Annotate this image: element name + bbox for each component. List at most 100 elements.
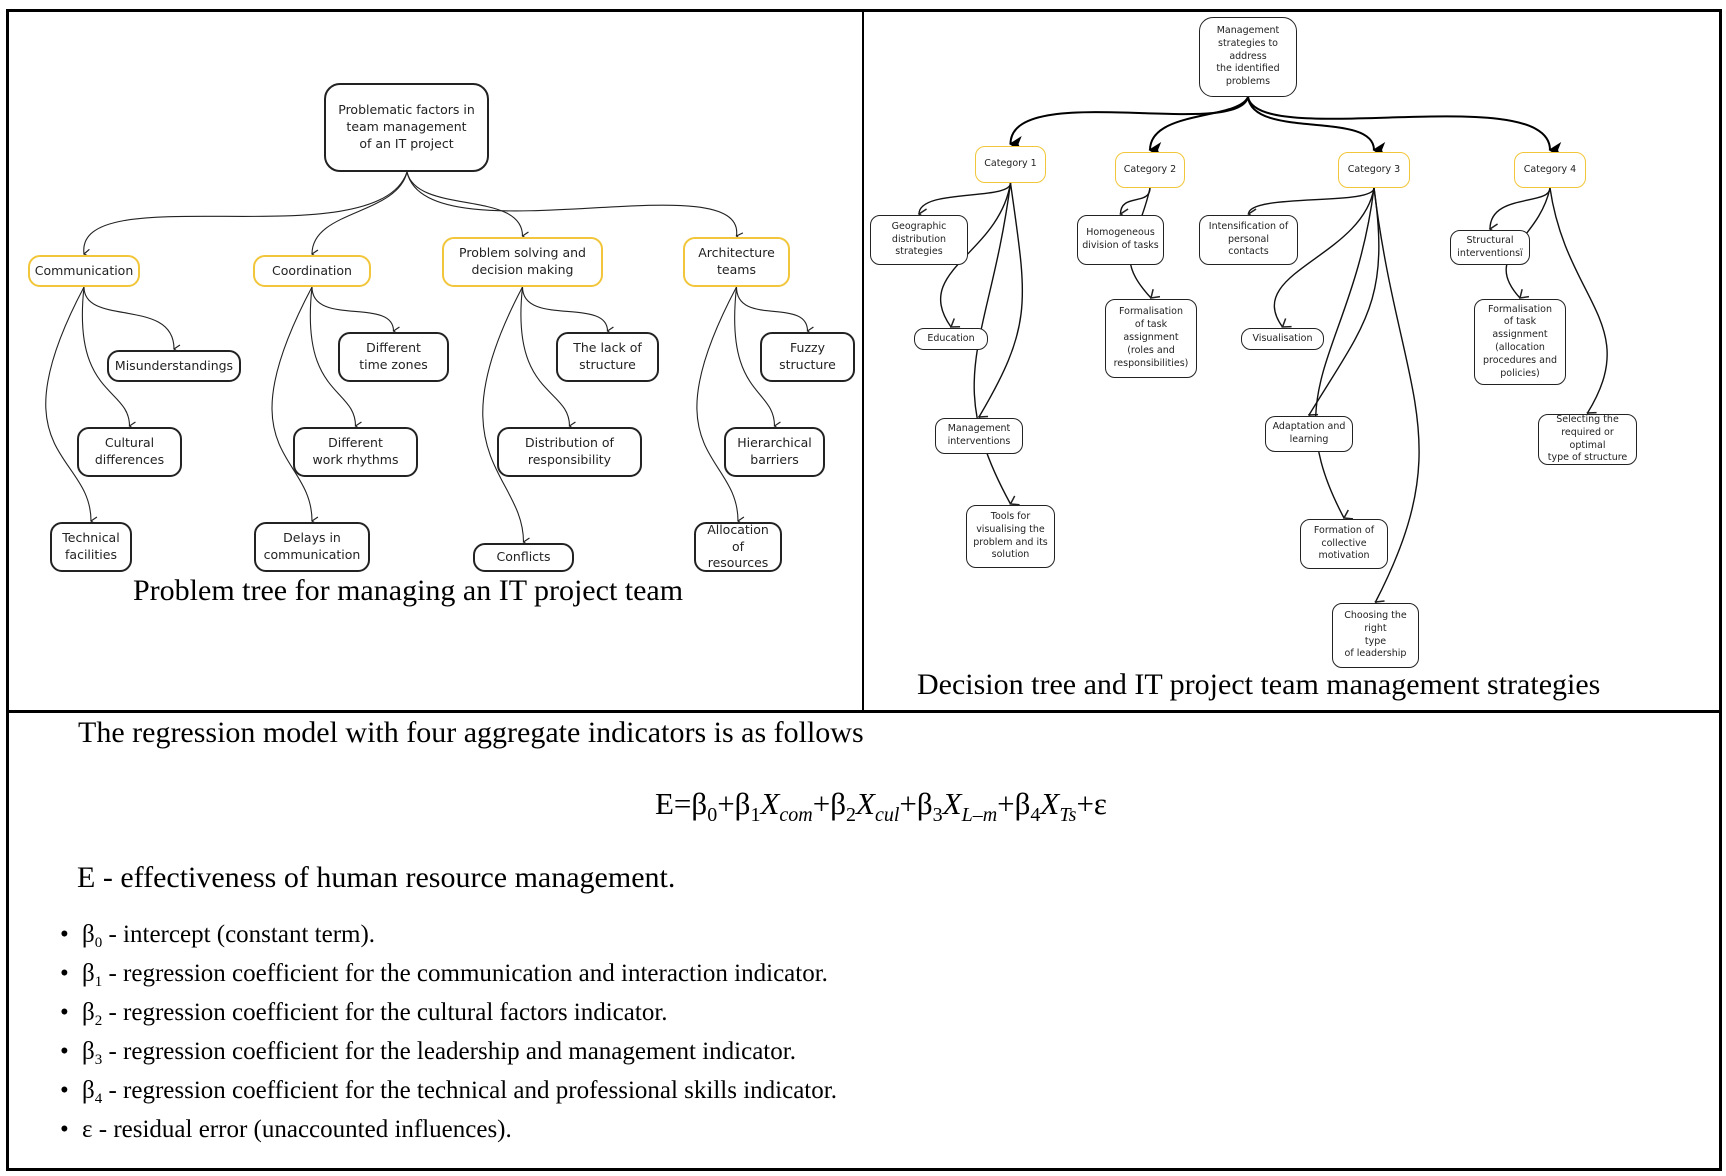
strategy-category-node: Category 3 <box>1338 152 1410 188</box>
strategy-node-line: Tools for <box>990 510 1031 522</box>
problem-factor-node-line: Distribution of <box>525 435 614 451</box>
definition-item: • β0 - intercept (constant term). <box>60 915 837 954</box>
formula-variable-subscript: cul <box>874 804 900 826</box>
problem-factor-node: The lack of structure <box>556 332 659 382</box>
strategy-node-line: solution <box>991 549 1030 561</box>
strategy-category-node-line: Category 2 <box>1123 163 1177 175</box>
problem-factor-node: Fuzzy structure <box>760 332 855 382</box>
formula-variable-subscript: Ts <box>1059 804 1077 826</box>
strategy-node-line: Intensification of <box>1208 220 1289 232</box>
definition-symbol: β <box>82 1038 95 1065</box>
strategy-node-line: Education <box>927 332 975 344</box>
strategy-node-line: Formalisation <box>1488 303 1552 315</box>
formula-variable-subscript: L–m <box>961 804 998 826</box>
problem-factor-node-line: differences <box>94 452 165 467</box>
bullet-icon: • <box>60 1038 69 1065</box>
formula-term: +β <box>997 786 1031 821</box>
problem-factor-node-line: resources <box>707 555 769 571</box>
strategy-node-line: Homogeneous <box>1086 227 1155 239</box>
bullet-icon: • <box>60 960 69 987</box>
strategy-node-line: Choosing the right <box>1344 609 1407 634</box>
definition-symbol: ε <box>82 1116 93 1143</box>
coefficient-definitions: • β0 - intercept (constant term). • β1 - re… <box>60 915 837 1149</box>
strategy-node-line: policies) <box>1500 367 1540 379</box>
problem-factor-node-line: Hierarchical <box>737 435 812 451</box>
strategy-node: Selecting the required or optimal type of … <box>1538 414 1637 465</box>
decision-tree-root-node-line: strategies to address <box>1218 37 1278 62</box>
definition-symbol: β <box>82 921 95 948</box>
strategy-node-line: of task assignment <box>1123 319 1179 344</box>
problem-category-node-line: decision making <box>471 262 574 277</box>
strategy-node: Tools for visualising the problem and its s… <box>966 505 1055 568</box>
strategy-node: Visualisation <box>1241 328 1324 350</box>
problem-factor-node-line: facilities <box>65 547 117 562</box>
strategy-node-line: (roles and <box>1127 344 1175 356</box>
problem-tree-root-node: Problematic factors in team management of … <box>324 83 489 172</box>
strategy-category-node-line: Category 1 <box>984 158 1037 170</box>
decision-tree-root-node-line: problems <box>1225 76 1271 88</box>
problem-factor-node-line: Delays in <box>283 530 341 546</box>
problem-category-node: Architecture teams <box>683 237 790 287</box>
formula-term: +ε <box>1076 786 1107 821</box>
problem-category-node-line: Problem solving and <box>459 245 586 261</box>
strategy-node-line: (allocation <box>1495 342 1545 353</box>
strategy-node-line: Visualisation <box>1252 332 1313 344</box>
strategy-node-line: responsibilities) <box>1113 357 1189 369</box>
problem-tree-root-node-line: Problematic factors in <box>338 102 475 118</box>
strategy-node: Formalisation of task assignment (roles an… <box>1105 299 1197 378</box>
formula-subscript: 3 <box>932 804 943 826</box>
vertical-divider <box>862 10 864 712</box>
definition-text: - regression coefficient for the cultura… <box>102 999 668 1026</box>
formula-variable-subscript: com <box>779 804 813 826</box>
strategy-node-line: contacts <box>1228 246 1269 258</box>
problem-factor-node-line: The lack of <box>573 340 642 356</box>
problem-category-node-line: Communication <box>34 262 134 278</box>
formula-variable: X <box>856 786 875 821</box>
strategy-node: Geographic distribution strategies <box>870 215 968 265</box>
formula-subscript: 1 <box>750 804 761 826</box>
strategy-node-line: Selecting the <box>1556 413 1619 425</box>
strategy-node: Homogeneous division of tasks <box>1077 215 1164 265</box>
problem-factor-node: Different time zones <box>338 332 449 382</box>
strategy-node-line: procedures and <box>1482 354 1558 366</box>
bullet-icon: • <box>60 999 69 1026</box>
problem-factor-node: Allocation of resources <box>694 522 782 572</box>
definition-text: - residual error (unaccounted influences… <box>92 1116 512 1143</box>
problem-factor-node-line: communication <box>263 547 361 562</box>
problem-factor-node-line: time zones <box>359 357 428 372</box>
problem-category-node-line: Coordination <box>272 262 352 278</box>
bullet-icon: • <box>60 921 69 948</box>
horizontal-divider <box>7 710 1721 713</box>
strategy-node-line: of leadership <box>1344 648 1407 660</box>
problem-factor-node: Delays in communication <box>254 522 370 572</box>
problem-factor-node-line: barriers <box>750 452 799 467</box>
definition-symbol: β <box>82 960 95 987</box>
strategy-node: Management interventions <box>935 418 1023 454</box>
problem-factor-node-line: Different <box>366 340 421 356</box>
strategy-node: Formalisation of task assignment (allocati… <box>1474 299 1566 385</box>
strategy-node-line: visualising the <box>976 523 1045 535</box>
strategy-node-line: Structural <box>1466 234 1514 246</box>
problem-tree-caption: Problem tree for managing an IT project … <box>133 574 684 607</box>
strategy-node: Intensification of personal contacts <box>1199 215 1298 265</box>
strategy-node-line: division of tasks <box>1082 240 1159 251</box>
definition-item: • β4 - regression coefficient for the tec… <box>60 1071 837 1110</box>
strategy-category-node: Category 1 <box>975 146 1046 183</box>
strategy-node-line: Geographic <box>891 220 947 232</box>
definition-text: - regression coefficient for the leaders… <box>102 1038 796 1065</box>
definition-item: • β3 - regression coefficient for the lea… <box>60 1032 837 1071</box>
strategy-node-line: problem and its <box>973 536 1048 548</box>
problem-factor-node-line: Allocation of <box>707 521 769 554</box>
problem-factor-node-line: Misunderstandings <box>114 357 234 373</box>
strategy-category-node-line: Category 4 <box>1523 163 1577 175</box>
problem-category-node: Communication <box>28 255 140 287</box>
formula-term: E=β <box>655 786 708 821</box>
problem-category-node: Problem solving and decision making <box>442 237 603 287</box>
problem-factor-node-line: work rhythms <box>312 452 399 467</box>
strategy-category-node: Category 4 <box>1514 152 1586 188</box>
problem-factor-node: Conflicts <box>473 543 574 572</box>
problem-factor-node-line: Technical <box>62 530 120 546</box>
problem-category-node-line: teams <box>717 262 756 277</box>
definition-item: • β2 - regression coefficient for the cul… <box>60 993 837 1032</box>
formula-term: +β <box>812 786 846 821</box>
